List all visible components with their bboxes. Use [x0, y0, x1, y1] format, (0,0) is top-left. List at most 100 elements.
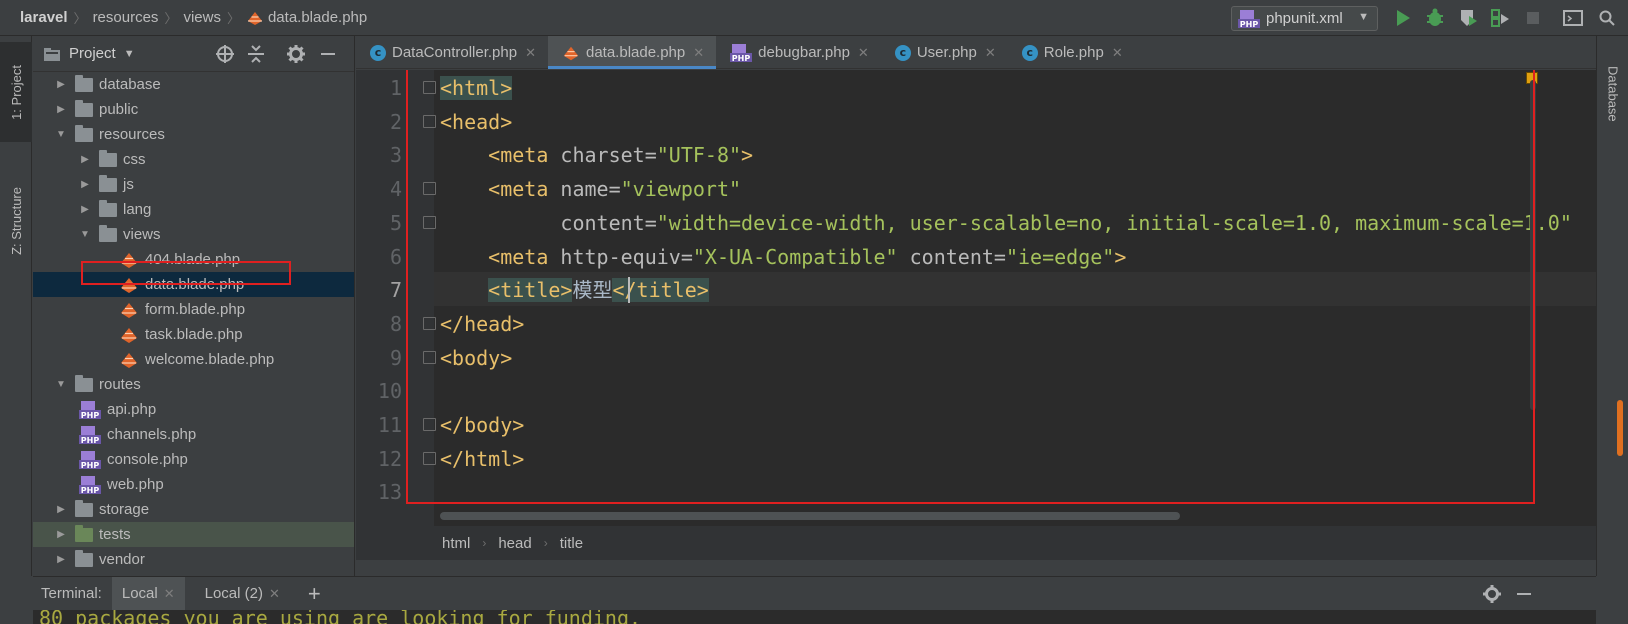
breadcrumb-item[interactable]: head: [498, 535, 531, 552]
tool-tab-project[interactable]: 1: Project: [0, 42, 32, 142]
tree-item[interactable]: ▶ storage: [33, 497, 354, 522]
locate-icon[interactable]: [214, 44, 236, 64]
terminal-tab-local[interactable]: Local ✕: [111, 576, 185, 611]
close-icon[interactable]: ✕: [269, 586, 280, 602]
stop-icon[interactable]: [1522, 8, 1544, 28]
chevron-down-icon[interactable]: ▼: [124, 48, 135, 60]
close-icon[interactable]: ✕: [1112, 45, 1123, 61]
terminal-window-icon[interactable]: [1562, 8, 1584, 28]
tree-item[interactable]: PHP web.php: [33, 472, 354, 497]
chevron-right-icon[interactable]: ▶: [79, 179, 91, 190]
tree-item[interactable]: form.blade.php: [33, 297, 354, 322]
chevron-right-icon[interactable]: ▶: [55, 104, 67, 115]
collapse-all-icon[interactable]: [245, 44, 267, 64]
tree-item[interactable]: ▶ public: [33, 97, 354, 122]
close-icon[interactable]: ✕: [858, 45, 869, 61]
breadcrumb-item[interactable]: html: [442, 535, 470, 552]
terminal-output[interactable]: 80 packages you are using are looking fo…: [33, 610, 1596, 624]
code-line[interactable]: </head>: [440, 307, 524, 341]
fold-marker-icon[interactable]: [423, 114, 436, 128]
run-configuration-select[interactable]: PHP phpunit.xml ▼: [1231, 6, 1378, 31]
terminal-tab-local-2[interactable]: Local (2) ✕: [195, 577, 290, 611]
chevron-right-icon[interactable]: ▶: [55, 504, 67, 515]
add-terminal-icon[interactable]: +: [308, 581, 321, 607]
code-token: "UTF-8": [656, 143, 742, 168]
code-line[interactable]: <title>模型</title>: [440, 273, 709, 307]
tree-item[interactable]: PHP channels.php: [33, 422, 354, 447]
terminal-output-text: 80 packages you are using are looking fo…: [39, 610, 642, 624]
fold-marker-icon[interactable]: [423, 451, 436, 465]
tool-tab-database[interactable]: Database: [1597, 66, 1628, 166]
code-line[interactable]: </html>: [440, 442, 524, 476]
editor-horizontal-scrollbar[interactable]: [440, 512, 1180, 520]
tree-item[interactable]: ▼ resources: [33, 122, 354, 147]
fold-marker-icon[interactable]: [423, 316, 436, 330]
code-line[interactable]: <meta name="viewport": [440, 172, 741, 206]
editor-tab[interactable]: c User.php ✕: [881, 36, 1008, 69]
fold-marker-icon[interactable]: [423, 350, 436, 364]
tree-item[interactable]: ▶ lang: [33, 197, 354, 222]
profile-icon[interactable]: [1489, 8, 1511, 28]
minimize-icon[interactable]: [317, 44, 339, 64]
tree-item[interactable]: ▶ tests: [33, 522, 354, 547]
coverage-icon[interactable]: [1457, 8, 1479, 28]
tree-item[interactable]: ▶ css: [33, 147, 354, 172]
fold-marker-icon[interactable]: [423, 215, 436, 229]
gear-icon[interactable]: [285, 44, 307, 64]
breadcrumb-item[interactable]: title: [560, 535, 583, 552]
minimize-icon[interactable]: [1515, 584, 1533, 608]
editor-vertical-scrollbar[interactable]: [1530, 80, 1536, 410]
chevron-down-icon[interactable]: ▼: [55, 129, 67, 140]
code-line[interactable]: <html>: [440, 71, 513, 105]
debug-icon[interactable]: [1424, 8, 1446, 28]
editor-tab[interactable]: data.blade.php ✕: [547, 36, 717, 69]
breadcrumb-item[interactable]: views: [183, 9, 221, 26]
code-editor[interactable]: 1 2 3 4 5 6 7 8 9 10 11 12 13 <html> <head> <meta cha…: [356, 70, 1596, 526]
tree-item[interactable]: PHP api.php: [33, 397, 354, 422]
run-icon[interactable]: [1392, 8, 1414, 28]
tree-item[interactable]: task.blade.php: [33, 322, 354, 347]
editor-tab[interactable]: c Role.php ✕: [1008, 36, 1135, 69]
tree-item[interactable]: ▼ views: [33, 222, 354, 247]
tree-item[interactable]: 404.blade.php: [33, 247, 354, 272]
chevron-right-icon[interactable]: ▶: [55, 554, 67, 565]
tree-item[interactable]: ▶ js: [33, 172, 354, 197]
close-icon[interactable]: ✕: [693, 45, 704, 61]
tree-item[interactable]: ▶ database: [33, 72, 354, 97]
editor-tab[interactable]: c DataController.php ✕: [356, 36, 548, 69]
tree-item-label: console.php: [107, 451, 188, 468]
breadcrumb-item[interactable]: data.blade.php: [268, 9, 367, 26]
breadcrumb-item[interactable]: laravel: [20, 9, 68, 26]
chevron-right-icon[interactable]: ▶: [79, 154, 91, 165]
code-line[interactable]: <meta charset="UTF-8">: [440, 138, 753, 172]
editor-tab[interactable]: PHP debugbar.php ✕: [716, 36, 881, 69]
fold-marker-icon[interactable]: [423, 182, 436, 196]
tool-tab-structure[interactable]: Z: Structure: [0, 156, 32, 286]
chevron-right-icon: ›: [482, 536, 487, 550]
code-line[interactable]: </body>: [440, 408, 524, 442]
close-icon[interactable]: ✕: [985, 45, 996, 61]
code-line[interactable]: <head>: [440, 105, 512, 139]
tree-item[interactable]: welcome.blade.php: [33, 347, 354, 372]
gear-icon[interactable]: [1482, 584, 1502, 608]
chevron-down-icon[interactable]: ▼: [55, 379, 67, 390]
tree-item[interactable]: ▼ routes: [33, 372, 354, 397]
tree-item[interactable]: PHP console.php: [33, 447, 354, 472]
code-line[interactable]: <meta http-equiv="X-UA-Compatible" conte…: [440, 240, 1126, 274]
tree-item[interactable]: data.blade.php: [33, 272, 354, 297]
code-line[interactable]: <body>: [440, 341, 512, 375]
breadcrumb-item[interactable]: resources: [93, 9, 159, 26]
close-icon[interactable]: ✕: [164, 586, 175, 602]
chevron-right-icon[interactable]: ▶: [79, 204, 91, 215]
chevron-down-icon[interactable]: ▼: [79, 229, 91, 240]
chevron-right-icon[interactable]: ▶: [55, 79, 67, 90]
chevron-right-icon[interactable]: ▶: [55, 529, 67, 540]
tree-item[interactable]: ▶ vendor: [33, 547, 354, 572]
close-icon[interactable]: ✕: [525, 45, 536, 61]
folder-icon: [75, 524, 93, 542]
search-icon[interactable]: [1596, 8, 1618, 28]
project-view-select[interactable]: Project: [69, 45, 116, 62]
fold-marker-icon[interactable]: [423, 81, 436, 94]
fold-marker-icon[interactable]: [423, 418, 436, 431]
code-line[interactable]: content="width=device-width, user-scalab…: [440, 206, 1571, 240]
